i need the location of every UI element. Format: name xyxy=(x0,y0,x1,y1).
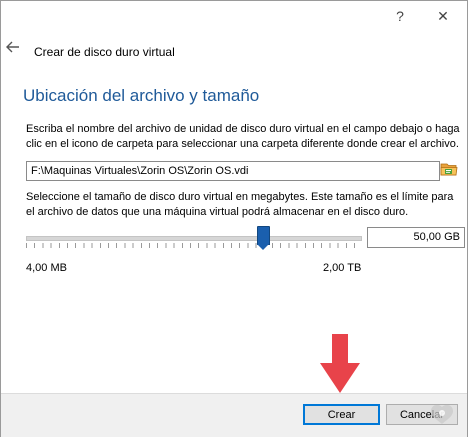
size-input[interactable]: 50,00 GB xyxy=(367,227,465,248)
help-button[interactable]: ? xyxy=(388,6,412,26)
min-size-label: 4,00 MB xyxy=(26,262,67,274)
file-path-input[interactable]: F:\Maquinas Virtuales\Zorin OS\Zorin OS.… xyxy=(26,161,440,181)
size-slider[interactable] xyxy=(26,226,362,252)
slider-ticks xyxy=(26,243,360,248)
left-arrow-icon xyxy=(6,41,19,53)
max-size-label: 2,00 TB xyxy=(323,262,362,274)
page-title: Ubicación del archivo y tamaño xyxy=(23,86,260,105)
location-description: Escriba el nombre del archivo de unidad … xyxy=(26,123,460,150)
close-button[interactable]: ✕ xyxy=(431,6,455,26)
size-description: Seleccione el tamaño de disco duro virtu… xyxy=(26,191,454,218)
create-button[interactable]: Crear xyxy=(303,404,380,425)
select-folder-button[interactable] xyxy=(440,160,458,178)
watermark-logo xyxy=(418,391,468,437)
wizard-title: Crear de disco duro virtual xyxy=(34,45,175,59)
down-arrow-icon xyxy=(318,333,362,398)
slider-track xyxy=(26,236,362,241)
folder-icon xyxy=(440,163,458,176)
slider-thumb[interactable] xyxy=(257,226,271,250)
back-button[interactable] xyxy=(6,40,20,58)
